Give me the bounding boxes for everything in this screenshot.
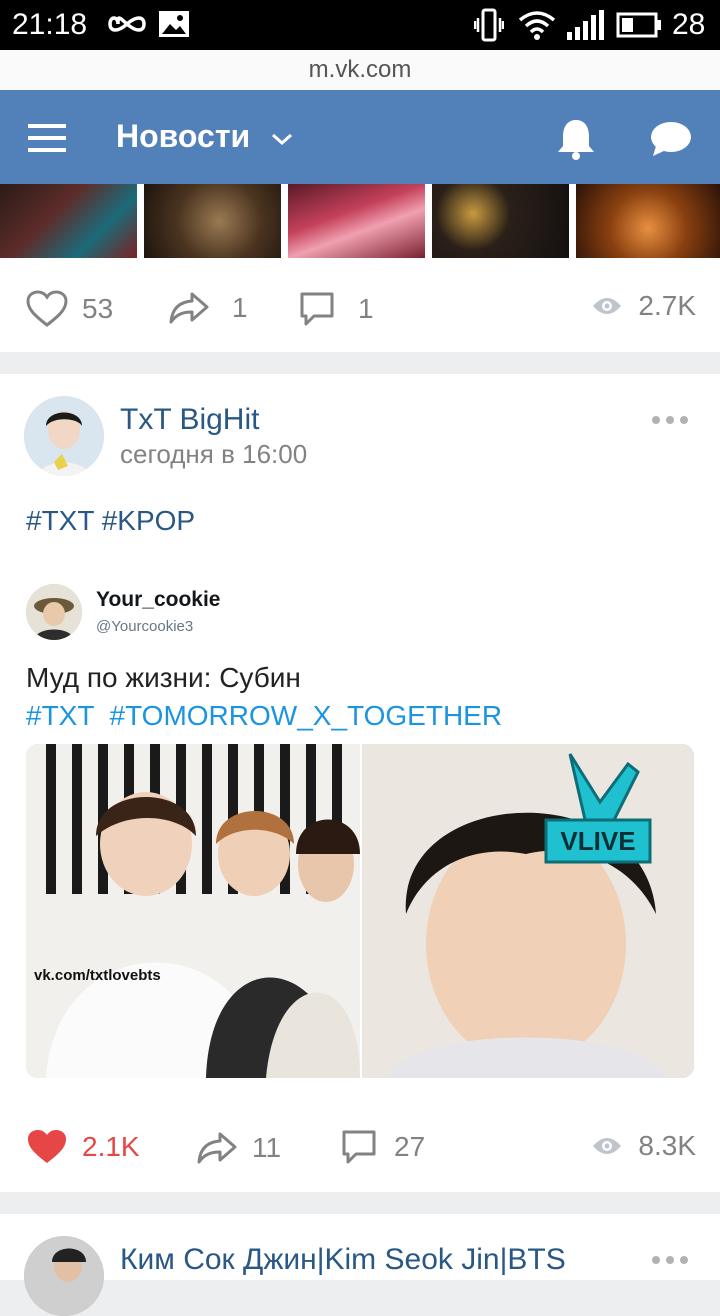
more-options-icon[interactable] <box>652 416 688 424</box>
share-icon <box>169 292 209 324</box>
chevron-down-icon <box>272 133 293 145</box>
comment-icon <box>342 1130 376 1164</box>
like-count: 53 <box>82 293 114 324</box>
eye-icon <box>593 1138 622 1154</box>
top-navigation-bar: Новости <box>0 90 720 184</box>
tweet-author-name: Your_cookie <box>96 588 221 611</box>
views-counter: 2.7K <box>592 290 696 322</box>
eye-icon <box>593 298 622 314</box>
view-count: 2.7K <box>638 290 696 321</box>
status-bar: 21:18 28 <box>0 0 720 50</box>
post-card: 53 1 1 2.7K <box>0 184 720 352</box>
vibrate-icon <box>474 8 504 42</box>
share-button[interactable]: 1 <box>168 290 248 326</box>
tweet-hashtags: #TXT #TOMORROW_X_TOGETHER <box>26 700 503 731</box>
battery-icon <box>616 12 661 38</box>
photo-thumb[interactable] <box>288 184 425 258</box>
post-photo[interactable]: vk.com/txtlovebts VLIVE <box>26 744 694 1078</box>
photo-strip <box>0 184 720 258</box>
message-icon[interactable] <box>650 120 692 158</box>
post-photo-image: vk.com/txtlovebts VLIVE <box>26 744 694 1078</box>
heart-filled-icon <box>28 1130 66 1163</box>
heart-icon <box>26 290 68 327</box>
share-count: 11 <box>252 1132 282 1163</box>
menu-icon[interactable] <box>28 124 68 152</box>
gallery-icon <box>159 11 189 37</box>
section-title[interactable]: Новости <box>116 116 293 156</box>
author-avatar[interactable] <box>24 1236 104 1316</box>
author-avatar[interactable] <box>24 396 104 476</box>
tweet-text: Муд по жизни: Субин <box>26 662 301 693</box>
views-counter: 8.3K <box>592 1130 696 1162</box>
post-card: Ким Сок Джин|Kim Seok Jin|BTS <box>0 1214 720 1316</box>
wifi-icon <box>518 11 556 40</box>
photo-thumb[interactable] <box>0 184 137 258</box>
comment-button[interactable]: 27 <box>340 1128 425 1166</box>
watermark-text: vk.com/txtlovebts <box>34 967 161 984</box>
post-hashtags[interactable]: #TXT #KPOP <box>26 504 195 538</box>
status-time: 21:18 <box>12 8 88 41</box>
address-bar[interactable]: m.vk.com <box>0 50 720 90</box>
like-count: 2.1K <box>82 1131 140 1162</box>
share-icon <box>197 1132 237 1164</box>
tweet-handle: @Yourcookie3 <box>96 618 194 635</box>
like-button[interactable]: 53 <box>26 290 113 328</box>
photo-thumb[interactable] <box>576 184 720 258</box>
author-name[interactable]: Ким Сок Джин|Kim Seok Jin|BTS <box>120 1242 566 1278</box>
section-title-text: Новости <box>116 118 251 154</box>
infinity-icon <box>108 16 146 32</box>
share-button[interactable]: 11 <box>196 1130 281 1166</box>
post-date: сегодня в 16:00 <box>120 439 308 469</box>
view-count: 8.3K <box>638 1130 696 1161</box>
comment-button[interactable]: 1 <box>298 290 374 328</box>
bell-icon[interactable] <box>556 118 596 160</box>
vlive-badge-text: VLIVE <box>560 826 635 856</box>
avatar-image <box>24 396 104 476</box>
like-button[interactable]: 2.1K <box>26 1128 140 1166</box>
photo-thumb[interactable] <box>432 184 569 258</box>
tweet-avatar-image <box>26 584 82 640</box>
more-options-icon[interactable] <box>652 1256 688 1264</box>
comment-count: 1 <box>358 293 374 324</box>
battery-level: 28 <box>672 8 706 41</box>
share-count: 1 <box>232 292 248 323</box>
avatar-image <box>24 1236 104 1316</box>
signal-icon <box>567 10 604 40</box>
author-name[interactable]: TxT BigHit <box>120 402 259 438</box>
tweet-avatar <box>26 584 82 640</box>
comment-icon <box>300 292 334 326</box>
photo-thumb[interactable] <box>144 184 281 258</box>
comment-count: 27 <box>394 1131 426 1162</box>
